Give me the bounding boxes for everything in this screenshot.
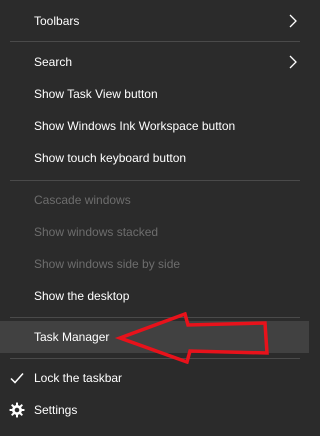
checkmark-icon [10,373,24,384]
chevron-right-icon [289,55,297,69]
gear-icon [9,402,25,418]
menu-item-label: Show Windows Ink Workspace button [34,119,236,133]
chevron-right-icon [289,14,297,28]
menu-item-label: Cascade windows [34,193,131,207]
menu-item-show-windows-stacked: Show windows stacked [0,216,309,248]
menu-item-label: Toolbars [34,14,80,28]
menu-item-settings[interactable]: Settings [0,394,309,426]
menu-item-show-task-view[interactable]: Show Task View button [0,78,309,110]
menu-item-label: Settings [34,403,78,417]
menu-item-show-ink-workspace[interactable]: Show Windows Ink Workspace button [0,110,309,142]
menu-item-label: Show the desktop [34,289,130,303]
taskbar-context-menu: Toolbars Search Show Task View button Sh… [0,0,309,436]
menu-item-label: Show windows stacked [34,225,159,239]
menu-item-show-desktop[interactable]: Show the desktop [0,280,309,312]
menu-item-lock-taskbar[interactable]: Lock the taskbar [0,362,309,394]
menu-item-show-touch-keyboard[interactable]: Show touch keyboard button [0,142,309,174]
menu-item-label: Task Manager [34,330,110,344]
separator [10,41,300,42]
menu-item-label: Show windows side by side [34,257,181,271]
menu-item-toolbars[interactable]: Toolbars [0,5,309,37]
menu-item-label: Search [34,55,73,69]
menu-item-label: Lock the taskbar [34,371,123,385]
menu-item-label: Show touch keyboard button [34,151,187,165]
menu-item-cascade-windows: Cascade windows [0,184,309,216]
separator [10,180,300,181]
red-arrow-icon [114,312,269,364]
menu-item-search[interactable]: Search [0,46,309,78]
menu-item-label: Show Task View button [34,87,158,101]
menu-item-show-windows-side-by-side: Show windows side by side [0,248,309,280]
